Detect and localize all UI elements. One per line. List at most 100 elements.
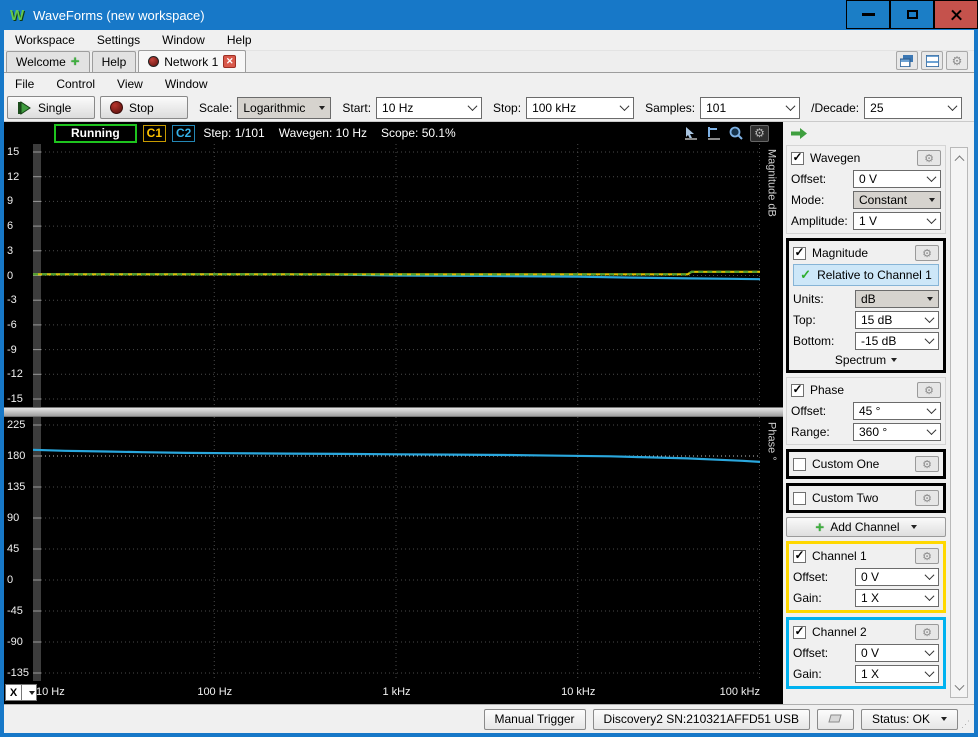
combo-chevron-icon [924,570,935,581]
tab-help[interactable]: Help [91,51,137,72]
log-button[interactable] [816,708,854,730]
maximize-button[interactable] [890,0,934,29]
main-menu-bar: Workspace Settings Window Help [4,30,974,51]
magnitude-plot[interactable] [33,144,761,407]
wavegen-checkbox[interactable] [791,151,804,165]
top-combo[interactable]: 15 dB [855,310,939,329]
bottom-combo[interactable]: -15 dB [855,331,939,350]
x-axis-button[interactable]: X [5,684,22,701]
wavegen-offset-combo[interactable]: 0 V [853,169,941,188]
stop-combo[interactable]: 100 kHz [526,96,635,119]
phase-range-combo[interactable]: 360 ° [853,422,941,441]
phase-plot[interactable] [32,417,761,681]
channel2-section: Channel 2 ⚙ Offset: 0 V Gain: 1 X [786,617,946,689]
decade-combo[interactable]: 25 [864,96,963,119]
channel2-gain-combo[interactable]: 1 X [855,664,939,683]
y-tick-label: 6 [7,220,14,233]
collapse-panel-arrow-icon[interactable] [791,128,808,139]
relative-to-channel1-button[interactable]: ✓ Relative to Channel 1 [793,264,939,286]
magnitude-axis-label-strip: Magnitude dB [760,144,783,407]
units-select[interactable]: dB [855,289,939,308]
menu-settings[interactable]: Settings [86,30,151,50]
phase-y-axis: 225 180 135 90 45 0 -45 -90 -135 [4,417,33,681]
add-channel-button[interactable]: + Add Channel [786,517,946,537]
add-tab-icon[interactable]: + [71,54,80,69]
y-tick-label: 135 [7,481,26,493]
channel2-badge[interactable]: C2 [172,124,196,142]
device-button[interactable]: Discovery2 SN:210321AFFD51 USB [592,708,810,730]
x-axis-selector[interactable]: X [5,684,37,701]
plot-status-bar: Running C1 C2 Step: 1/101 Wavegen: 10 Hz… [4,122,783,144]
tile-windows-icon[interactable] [921,51,943,70]
channel1-gain-combo[interactable]: 1 X [855,588,939,607]
y-tick-label: 0 [7,574,14,586]
stop-button[interactable]: Stop [100,96,188,119]
dropdown-arrow-icon [941,717,947,721]
channel1-offset-combo[interactable]: 0 V [855,567,939,586]
dropdown-arrow-icon [28,690,35,695]
cursor-tool-icon[interactable] [681,125,700,142]
trace-c2 [32,448,761,463]
scale-select[interactable]: Logarithmic [237,96,332,119]
panel-scrollbar[interactable] [950,147,968,698]
menu-window-2[interactable]: Window [154,73,219,94]
cascade-windows-icon[interactable] [896,51,918,70]
minimize-button[interactable] [846,0,890,29]
channel2-offset-combo[interactable]: 0 V [855,643,939,662]
maximize-icon [906,10,918,19]
log-icon [828,714,842,723]
magnitude-y-axis: 15 12 9 6 3 0 -3 -6 -9 -12 -15 [4,144,33,407]
phase-checkbox[interactable] [791,383,804,397]
menu-view[interactable]: View [106,73,154,94]
measure-tool-icon[interactable] [704,125,723,142]
custom-one-checkbox[interactable] [793,457,806,471]
menu-control[interactable]: Control [45,73,106,94]
custom-one-gear-icon[interactable]: ⚙ [915,456,939,472]
plot-settings-gear-icon[interactable]: ⚙ [750,124,769,142]
menu-workspace[interactable]: Workspace [4,30,86,50]
x-axis-dropdown[interactable] [22,684,37,701]
channel1-offset-label: Offset: [793,569,829,584]
magnitude-label: Magnitude [812,246,869,260]
phase-gear-icon[interactable]: ⚙ [917,382,941,398]
tab-close-icon[interactable]: ✕ [223,55,237,68]
menu-help[interactable]: Help [216,30,263,50]
status-button[interactable]: Status: OK [860,708,958,730]
samples-combo[interactable]: 101 [700,96,801,119]
close-button[interactable] [934,0,978,29]
spectrum-select[interactable]: Spectrum [789,351,943,368]
waveforms-window: { "window": { "title": "WaveForms (new w… [0,0,978,737]
scroll-up-icon[interactable] [951,149,967,165]
wavegen-gear-icon[interactable]: ⚙ [917,150,941,166]
plot-splitter[interactable] [4,407,783,417]
y-tick-label: 12 [7,170,20,183]
tab-welcome[interactable]: Welcome + [6,51,90,72]
channel2-gear-icon[interactable]: ⚙ [915,624,939,640]
channel1-gear-icon[interactable]: ⚙ [915,548,939,564]
menu-file[interactable]: File [4,73,45,94]
y-tick-label: -3 [7,294,17,307]
custom-two-checkbox[interactable] [793,491,806,505]
channel1-checkbox[interactable] [793,549,806,563]
channel2-checkbox[interactable] [793,625,806,639]
scroll-down-icon[interactable] [951,680,967,696]
resize-grip[interactable]: ⋰ [961,719,971,730]
channel2-gain-label: Gain: [793,666,822,681]
channel1-badge[interactable]: C1 [142,124,166,142]
phase-offset-combo[interactable]: 45 ° [853,401,941,420]
zoom-tool-icon[interactable] [727,125,746,142]
custom-two-gear-icon[interactable]: ⚙ [915,490,939,506]
workspace-gear-icon[interactable]: ⚙ [946,51,968,70]
y-tick-label: 0 [7,269,14,282]
magnitude-gear-icon[interactable]: ⚙ [915,245,939,261]
y-tick-label: -135 [7,667,30,679]
wavegen-amplitude-combo[interactable]: 1 V [853,211,941,230]
start-combo[interactable]: 10 Hz [376,96,483,119]
single-button[interactable]: Single [7,96,95,119]
manual-trigger-button[interactable]: Manual Trigger [483,708,586,730]
wavegen-mode-select[interactable]: Constant [853,190,941,209]
tab-network-1[interactable]: Network 1 ✕ [138,50,247,72]
dropdown-arrow-icon [910,525,917,529]
magnitude-checkbox[interactable] [793,246,806,260]
menu-window[interactable]: Window [151,30,216,50]
